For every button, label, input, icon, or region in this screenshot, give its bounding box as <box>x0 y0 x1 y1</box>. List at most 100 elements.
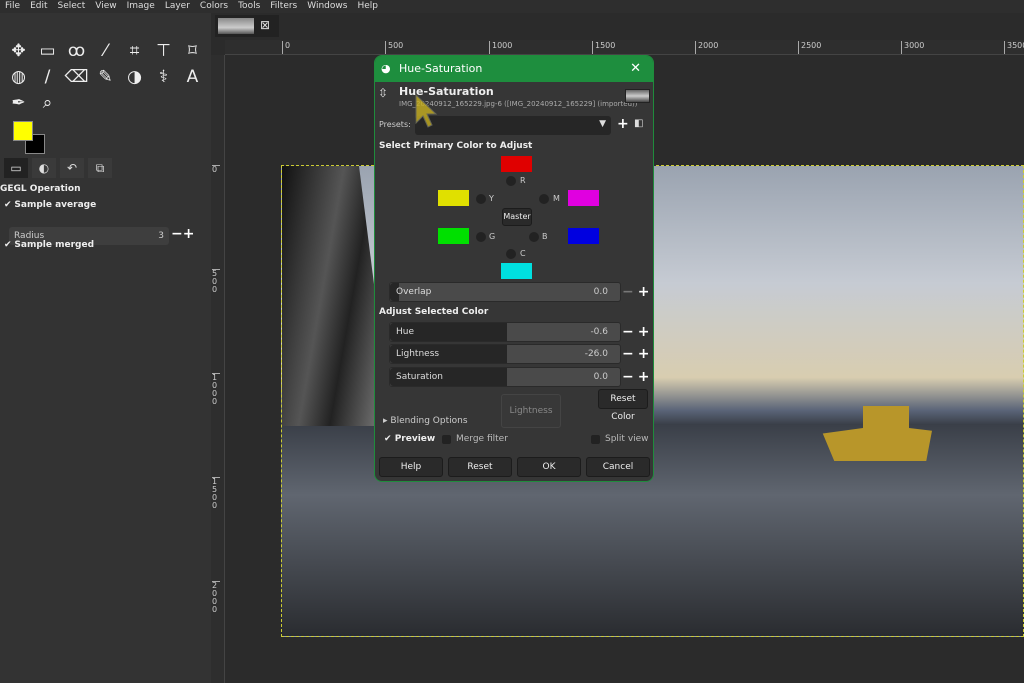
blue-radio[interactable] <box>529 232 539 242</box>
radius-value: 3 <box>158 231 164 241</box>
overlap-value: 0.0 <box>593 287 608 297</box>
lightness-value[interactable]: -26.0 <box>585 345 608 363</box>
reset-button[interactable]: Reset <box>448 457 512 477</box>
yellow-radio[interactable] <box>476 194 486 204</box>
magenta-radio[interactable] <box>539 194 549 204</box>
yellow-label: Y <box>489 194 494 203</box>
overlap-slider[interactable]: Overlap 0.0 −+ <box>389 282 650 302</box>
ruler-label: 0 <box>282 41 290 54</box>
menu-image[interactable]: Image <box>122 0 160 13</box>
cyan-swatch[interactable] <box>501 263 532 279</box>
tool-grid: ✥ ▭ ꝏ ⁄ ⌗ ⊤ ⌑ ◍ / ⌫ ✎ ◑ ⚕ A ✒ ⌕ <box>4 40 207 114</box>
transform-tool-icon[interactable]: ⊤ <box>149 40 178 62</box>
lightness-preview: Lightness <box>501 394 561 428</box>
cyan-radio[interactable] <box>506 249 516 259</box>
red-radio[interactable] <box>506 176 516 186</box>
layer-thumbnail <box>625 89 650 103</box>
saturation-stepper[interactable]: −+ <box>622 368 653 386</box>
menu-select[interactable]: Select <box>53 0 91 13</box>
yellow-boat <box>822 406 932 461</box>
paintbrush-tool-icon[interactable]: / <box>33 66 62 88</box>
perspective-tool-icon[interactable]: ⌑ <box>178 40 207 62</box>
preview-label: Preview <box>394 434 436 444</box>
menu-layer[interactable]: Layer <box>160 0 195 13</box>
saturation-slider[interactable]: Saturation 0.0 −+ <box>389 367 649 387</box>
split-view-label: Split view <box>605 434 649 444</box>
zoom-tool-icon[interactable]: ⌕ <box>33 92 62 114</box>
move-tool-icon[interactable]: ✥ <box>4 40 33 62</box>
hue-label: Hue <box>396 327 415 337</box>
hue-stepper[interactable]: −+ <box>622 323 653 341</box>
select-primary-heading: Select Primary Color to Adjust <box>379 141 533 151</box>
rect-select-tool-icon[interactable]: ▭ <box>33 40 62 62</box>
ruler-label: 0 <box>212 165 220 174</box>
cancel-button[interactable]: Cancel <box>586 457 650 477</box>
reset-color-button[interactable]: Reset Color <box>598 389 648 422</box>
device-status-tab-icon[interactable]: ◐ <box>32 158 56 178</box>
dialog-titlebar[interactable]: ◕ Hue-Saturation ✕ <box>375 56 653 82</box>
gimp-icon: ◕ <box>381 62 391 75</box>
presets-dropdown[interactable]: ▼ <box>415 116 611 135</box>
blending-options-label: Blending Options <box>390 416 468 426</box>
yellow-swatch[interactable] <box>438 190 469 206</box>
ruler-label: 500 <box>212 269 220 294</box>
color-picker-tool-icon[interactable]: ✒ <box>4 92 33 114</box>
help-button[interactable]: Help <box>379 457 443 477</box>
pencil-tool-icon[interactable]: ✎ <box>91 66 120 88</box>
bucket-fill-tool-icon[interactable]: ◍ <box>4 66 33 88</box>
menu-tools[interactable]: Tools <box>233 0 265 13</box>
menu-view[interactable]: View <box>90 0 121 13</box>
ruler-label: 1500 <box>212 477 220 510</box>
images-tab-icon[interactable]: ⧉ <box>88 158 112 178</box>
image-tab[interactable]: ⊠ <box>215 15 279 37</box>
lightness-stepper[interactable]: −+ <box>622 345 653 363</box>
add-preset-icon[interactable]: + <box>617 116 629 132</box>
master-button[interactable]: Master <box>502 208 532 226</box>
text-tool-icon[interactable]: A <box>178 66 207 88</box>
green-label: G <box>489 232 496 241</box>
crop-tool-icon[interactable]: ⌗ <box>120 40 149 62</box>
mouse-cursor-icon <box>415 93 438 128</box>
menu-edit[interactable]: Edit <box>25 0 52 13</box>
preview-checkbox[interactable]: ✔ Preview <box>384 434 435 444</box>
tool-options-tab-icon[interactable]: ▭ <box>4 158 28 178</box>
green-radio[interactable] <box>476 232 486 242</box>
lasso-tool-icon[interactable]: ꝏ <box>62 40 91 62</box>
blending-options-expander[interactable]: ▸ Blending Options <box>383 416 468 426</box>
menu-filters[interactable]: Filters <box>265 0 302 13</box>
ok-button[interactable]: OK <box>517 457 581 477</box>
blue-swatch[interactable] <box>568 228 599 244</box>
magenta-swatch[interactable] <box>568 190 599 206</box>
red-swatch[interactable] <box>501 156 532 172</box>
sample-average-checkbox[interactable]: ✔ Sample average <box>4 200 96 210</box>
ruler-label: 1000 <box>212 373 220 406</box>
menu-file[interactable]: File <box>0 0 25 13</box>
undo-history-tab-icon[interactable]: ↶ <box>60 158 84 178</box>
menu-colors[interactable]: Colors <box>195 0 233 13</box>
merge-filter-label: Merge filter <box>456 434 508 444</box>
foreground-color[interactable] <box>13 121 33 141</box>
toolbox: ✥ ▭ ꝏ ⁄ ⌗ ⊤ ⌑ ◍ / ⌫ ✎ ◑ ⚕ A ✒ ⌕ ▭ ◐ ↶ ⧉ … <box>0 13 211 683</box>
close-icon[interactable]: ⊠ <box>260 18 270 32</box>
menu-windows[interactable]: Windows <box>302 0 352 13</box>
radius-stepper[interactable]: −+ <box>171 226 194 242</box>
sample-merged-checkbox[interactable]: ✔ Sample merged <box>4 240 94 250</box>
green-swatch[interactable] <box>438 228 469 244</box>
preset-menu-icon[interactable]: ◧ <box>634 118 643 129</box>
hue-slider[interactable]: Hue -0.6 −+ <box>389 322 649 342</box>
saturation-value: 0.0 <box>593 372 608 382</box>
overlap-stepper[interactable]: −+ <box>622 283 653 301</box>
eraser-tool-icon[interactable]: ⌫ <box>62 66 91 88</box>
close-icon[interactable]: ✕ <box>630 56 641 82</box>
merge-filter-checkbox[interactable] <box>442 435 451 444</box>
lightness-slider[interactable]: Lightness -26.0 −+ <box>389 344 649 364</box>
dodge-tool-icon[interactable]: ◑ <box>120 66 149 88</box>
heal-tool-icon[interactable]: ⚕ <box>149 66 178 88</box>
adjust-selected-heading: Adjust Selected Color <box>379 307 489 317</box>
menu-bar: File Edit Select View Image Layer Colors… <box>0 0 1024 13</box>
fuzzy-select-tool-icon[interactable]: ⁄ <box>91 40 120 62</box>
split-view-checkbox[interactable] <box>591 435 600 444</box>
menu-help[interactable]: Help <box>352 0 383 13</box>
red-label: R <box>520 176 526 185</box>
chevron-down-icon: ▼ <box>599 119 606 129</box>
